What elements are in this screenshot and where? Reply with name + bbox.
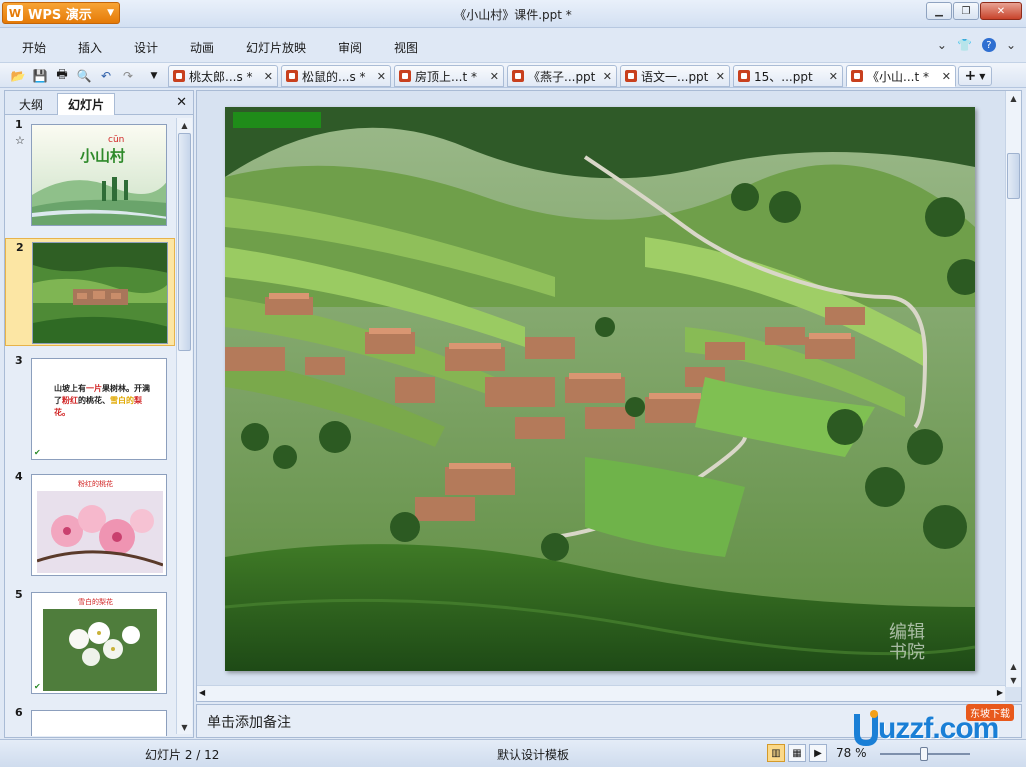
slide-1-image — [32, 125, 166, 225]
menu-design[interactable]: 设计 — [134, 39, 158, 56]
slides-pane: 大纲 幻灯片 ✕ 1 ☆ 小山村 cūn 2 3 山坡上有一片果树林。开满了粉红… — [4, 90, 194, 738]
collapse-ribbon-icon[interactable]: ⌄ — [937, 38, 947, 52]
new-tab-button[interactable]: + ▼ — [958, 66, 992, 86]
close-pane-icon[interactable]: ✕ — [176, 95, 187, 110]
editor-horizontal-scrollbar[interactable]: ◀ ▶ — [197, 685, 1005, 701]
notes-placeholder[interactable]: 单击添加备注 — [207, 712, 291, 732]
menu-animation[interactable]: 动画 — [190, 39, 214, 56]
menu-insert[interactable]: 插入 — [78, 39, 102, 56]
slide-3-text: 山坡上有一片果树林。开满了粉红的桃花、雪白的梨花。 — [54, 384, 150, 417]
slide-5-image — [43, 609, 157, 691]
app-name: WPS 演示 — [28, 7, 92, 23]
site-watermark: uzzf.com 东坡下载 — [848, 704, 1020, 752]
slide-4-image — [37, 491, 163, 573]
window-title: 《小山村》课件.ppt * — [454, 8, 572, 22]
slide-thumbnail[interactable]: 6 — [5, 704, 175, 736]
slideshow-button[interactable]: ▶ — [809, 744, 827, 762]
undo-icon[interactable]: ↶ — [98, 68, 114, 83]
slide-thumbnail[interactable]: 5 雪白的梨花 ✔ — [5, 586, 175, 696]
scroll-down-icon[interactable]: ▼ — [177, 720, 192, 734]
close-tab-icon[interactable]: ✕ — [490, 70, 499, 83]
doc-tab[interactable]: 房顶上...t * ✕ — [394, 65, 504, 87]
prev-slide-icon[interactable]: ▲ — [1006, 659, 1021, 673]
wps-logo-icon: W — [7, 5, 23, 21]
menu-review[interactable]: 审阅 — [338, 39, 362, 56]
close-tab-icon[interactable]: ✕ — [829, 70, 838, 83]
doc-tab[interactable]: 松鼠的...s * ✕ — [281, 65, 391, 87]
slide-1-pinyin: cūn — [108, 135, 125, 145]
slide-thumbnail[interactable]: 3 山坡上有一片果树林。开满了粉红的桃花、雪白的梨花。 ✔ — [5, 352, 175, 462]
print-preview-icon[interactable]: 🔍 — [76, 68, 92, 83]
next-slide-icon[interactable]: ▼ — [1006, 673, 1021, 687]
tab-slides[interactable]: 幻灯片 — [57, 93, 116, 115]
ppt-file-icon — [625, 70, 637, 82]
slide-thumbnail-selected[interactable]: 2 — [5, 238, 175, 346]
chevron-down-icon: ▼ — [107, 8, 114, 18]
close-tab-icon[interactable]: ✕ — [377, 70, 386, 83]
scroll-right-icon[interactable]: ▶ — [997, 688, 1003, 697]
slide-editor: 编辑 书院 ▲ ▲ ▼ ◀ ▶ — [196, 90, 1022, 702]
menu-view[interactable]: 视图 — [394, 39, 418, 56]
menu-bar: 开始 插入 设计 动画 幻灯片放映 审阅 视图 ⌄ 👕 ? ⌄ — [0, 28, 1026, 62]
current-slide[interactable]: 编辑 书院 — [225, 107, 975, 671]
ppt-file-icon — [286, 70, 298, 82]
thumbnail-scrollbar[interactable]: ▲ ▼ — [176, 118, 192, 734]
close-tab-icon[interactable]: ✕ — [603, 70, 612, 83]
app-menu-button[interactable]: W WPS 演示 ▼ — [2, 2, 120, 24]
ppt-file-icon — [512, 70, 524, 82]
slide-4-caption: 粉红的桃花 — [78, 480, 113, 488]
checkmark-icon: ✔ — [34, 448, 41, 457]
save-icon[interactable]: 💾 — [32, 68, 48, 83]
menu-slideshow[interactable]: 幻灯片放映 — [246, 39, 306, 56]
close-tab-icon[interactable]: ✕ — [716, 70, 725, 83]
close-button[interactable]: ✕ — [980, 2, 1022, 20]
print-icon[interactable]: 🖶 — [54, 67, 70, 83]
green-label-box[interactable] — [233, 112, 321, 128]
slide-5-caption: 雪白的梨花 — [78, 598, 113, 606]
open-folder-icon[interactable]: 📂 — [10, 68, 26, 83]
photo-watermark: 编辑 书院 — [889, 622, 925, 663]
animation-star-icon: ☆ — [15, 134, 25, 147]
ppt-file-icon — [399, 70, 411, 82]
slide-thumbnail[interactable]: 1 ☆ 小山村 cūn — [5, 116, 175, 228]
slide-thumbnail[interactable]: 4 粉红的桃花 — [5, 468, 175, 578]
normal-view-button[interactable]: ▥ — [767, 744, 785, 762]
slide-1-title: 小山村 — [80, 147, 126, 165]
help-icon[interactable]: ? — [981, 38, 996, 52]
chevron-down-icon[interactable]: ⌄ — [1006, 38, 1016, 52]
uzzf-badge: 东坡下载 — [966, 704, 1014, 721]
uzzf-logo-icon — [854, 710, 878, 746]
editor-vertical-scrollbar[interactable]: ▲ ▲ ▼ — [1005, 91, 1021, 687]
scroll-up-icon[interactable]: ▲ — [177, 118, 192, 132]
maximize-button[interactable]: ❐ — [953, 2, 979, 20]
ppt-file-icon — [738, 70, 750, 82]
title-bar: W WPS 演示 ▼ 《小山村》课件.ppt * ▁ ❐ ✕ — [0, 0, 1026, 28]
doc-tab-active[interactable]: 《小山...t * ✕ — [846, 65, 956, 87]
doc-tab[interactable]: 语文一...ppt ✕ — [620, 65, 730, 87]
ppt-file-icon — [851, 70, 863, 82]
tab-outline[interactable]: 大纲 — [9, 93, 53, 115]
minimize-button[interactable]: ▁ — [926, 2, 952, 20]
close-tab-icon[interactable]: ✕ — [942, 70, 951, 83]
ppt-file-icon — [173, 70, 185, 82]
slide-indicator: 幻灯片 2 / 12 — [145, 748, 220, 762]
menu-home[interactable]: 开始 — [22, 39, 46, 56]
redo-icon[interactable]: ↷ — [120, 68, 136, 83]
scroll-up-icon[interactable]: ▲ — [1006, 91, 1021, 105]
customize-toolbar-icon[interactable]: ▼ — [146, 68, 162, 83]
skin-icon[interactable]: 👕 — [957, 38, 972, 52]
scroll-left-icon[interactable]: ◀ — [199, 688, 205, 697]
scroll-thumb[interactable] — [1007, 153, 1020, 199]
quick-access-toolbar: 📂 💾 🖶 🔍 ↶ ↷ ▼ 桃太郎...s * ✕ 松鼠的...s * ✕ 房顶… — [0, 62, 1026, 88]
close-tab-icon[interactable]: ✕ — [264, 70, 273, 83]
doc-tab[interactable]: 15、...ppt ✕ — [733, 65, 843, 87]
design-template-label[interactable]: 默认设计模板 — [497, 746, 569, 763]
slide-sorter-button[interactable]: ▦ — [788, 744, 806, 762]
village-photo — [225, 107, 975, 671]
checkmark-icon: ✔ — [34, 682, 41, 691]
doc-tab[interactable]: 桃太郎...s * ✕ — [168, 65, 278, 87]
doc-tab[interactable]: 《燕子...ppt ✕ — [507, 65, 617, 87]
scroll-thumb[interactable] — [178, 133, 191, 351]
slide-2-image — [33, 243, 167, 343]
